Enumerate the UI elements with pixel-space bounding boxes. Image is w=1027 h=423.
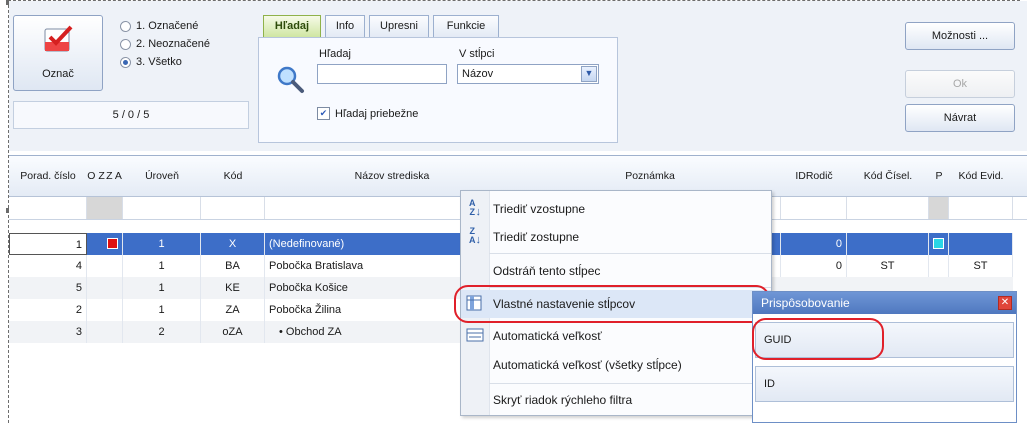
cell-code[interactable]: KE (201, 277, 265, 299)
mark-button-label: Označ (42, 68, 74, 80)
marked-flag-icon (107, 238, 118, 249)
column-header-spacer (1013, 156, 1027, 197)
record-counter: 5 / 0 / 5 (13, 101, 249, 129)
mark-filter-radio-group: 1. Označené 2. Neoznačené 3. Všetko (120, 17, 250, 71)
ok-button[interactable]: Ok (905, 70, 1015, 98)
options-button[interactable]: Možnosti ... (905, 22, 1015, 50)
radio-unmarked[interactable]: 2. Neoznačené (120, 35, 250, 53)
filter-cell[interactable] (781, 197, 847, 219)
p-flag-icon (933, 238, 944, 249)
menu-item-sort-ascending[interactable]: A Z↓ Triediť vzostupne (461, 195, 771, 223)
cell-level[interactable]: 1 (123, 277, 201, 299)
cell-code[interactable]: oZA (201, 321, 265, 343)
menu-item-remove-column[interactable]: Odstráň tento stĺpec (461, 257, 771, 285)
magnifier-icon (277, 66, 304, 93)
cell-code[interactable]: BA (201, 255, 265, 277)
cell-mark[interactable] (87, 321, 123, 343)
radio-icon (120, 20, 131, 32)
cell-codenum[interactable] (847, 233, 929, 255)
filter-cell[interactable] (949, 197, 1013, 219)
cell-order[interactable]: 3 (9, 321, 87, 343)
cell-level[interactable]: 1 (123, 299, 201, 321)
column-header-oz[interactable]: O Z (87, 156, 106, 197)
radio-marked[interactable]: 1. Označené (120, 17, 250, 35)
cell-idparent[interactable]: 0 (781, 233, 847, 255)
checkbox-icon: ✔ (317, 107, 330, 120)
search-label: Hľadaj (319, 48, 351, 60)
cell-mark[interactable] (87, 277, 123, 299)
menu-item-autosize[interactable]: Automatická veľkosť (461, 322, 771, 350)
menu-item-autosize-all[interactable]: Automatická veľkosť (všetky stĺpce) (461, 351, 771, 379)
radio-icon (120, 38, 131, 50)
live-search-checkbox[interactable]: ✔ Hľadaj priebežne (317, 107, 418, 120)
cell-level[interactable]: 1 (123, 233, 201, 255)
sort-descending-icon: Z A↓ (469, 226, 481, 247)
radio-icon (120, 56, 131, 68)
radio-all[interactable]: 3. Všetko (120, 53, 250, 71)
cell-level[interactable]: 2 (123, 321, 201, 343)
back-button[interactable]: Návrat (905, 104, 1015, 132)
cell-level[interactable]: 1 (123, 255, 201, 277)
filter-cell (929, 197, 949, 219)
filter-cell[interactable] (9, 197, 87, 219)
column-header-codenum[interactable]: Kód Čísel. (847, 156, 930, 197)
cell-code[interactable]: X (201, 233, 265, 255)
close-icon[interactable]: ✕ (998, 296, 1012, 310)
cell-p[interactable] (929, 255, 949, 277)
column-header-order[interactable]: Porad. číslo (9, 156, 88, 197)
cell-codenum[interactable]: ST (847, 255, 929, 277)
column-header-code[interactable]: Kód (201, 156, 266, 197)
cell-idparent[interactable]: 0 (781, 255, 847, 277)
filter-cell (87, 197, 123, 219)
mark-button[interactable]: Označ (13, 15, 103, 91)
cell-order[interactable]: 4 (9, 255, 87, 277)
menu-separator (489, 383, 771, 384)
tab-info[interactable]: Info (325, 15, 365, 37)
sort-ascending-icon: A Z↓ (469, 198, 481, 219)
filter-cell[interactable] (847, 197, 929, 219)
column-header-codeevid[interactable]: Kód Evid. (949, 156, 1014, 197)
menu-separator (489, 253, 771, 254)
filter-cell[interactable] (123, 197, 201, 219)
tab-search[interactable]: Hľadaj (263, 15, 321, 37)
cell-order[interactable]: 2 (9, 299, 87, 321)
tab-functions[interactable]: Funkcie (433, 15, 499, 37)
column-header-za[interactable]: Z A (105, 156, 124, 197)
search-input[interactable] (317, 64, 447, 84)
chevron-down-icon[interactable]: ▼ (581, 66, 597, 82)
cell-mark[interactable] (87, 255, 123, 277)
cell-order[interactable]: 5 (9, 277, 87, 299)
cell-codeevid[interactable]: ST (949, 255, 1013, 277)
column-header-idparent[interactable]: IDRodič (781, 156, 848, 197)
search-panel: Hľadaj V stĺpci Názov ▼ ✔ Hľadaj priebež… (258, 37, 618, 143)
cell-code[interactable]: ZA (201, 299, 265, 321)
customization-title: Prispôsobovanie (753, 292, 1016, 314)
cell-p[interactable] (929, 233, 949, 255)
tab-refine[interactable]: Upresni (369, 15, 429, 37)
customization-item-id[interactable]: ID (755, 366, 1014, 402)
cell-mark[interactable] (87, 233, 123, 255)
menu-item-hide-filter-row[interactable]: Skryť riadok rýchleho filtra (461, 386, 771, 414)
column-header-p[interactable]: P (929, 156, 950, 197)
annotation-highlight (752, 318, 884, 360)
menu-item-sort-descending[interactable]: Z A↓ Triediť zostupne (461, 223, 771, 251)
column-label: V stĺpci (459, 48, 495, 60)
autosize-icon (465, 326, 485, 346)
filter-cell[interactable] (201, 197, 265, 219)
cell-order[interactable]: 1 (9, 233, 87, 255)
column-header-level[interactable]: Úroveň (123, 156, 202, 197)
cell-mark[interactable] (87, 299, 123, 321)
cell-codeevid[interactable] (949, 233, 1013, 255)
column-select[interactable]: Názov ▼ (457, 64, 599, 84)
check-mark-icon (44, 25, 73, 52)
annotation-highlight (454, 285, 770, 323)
